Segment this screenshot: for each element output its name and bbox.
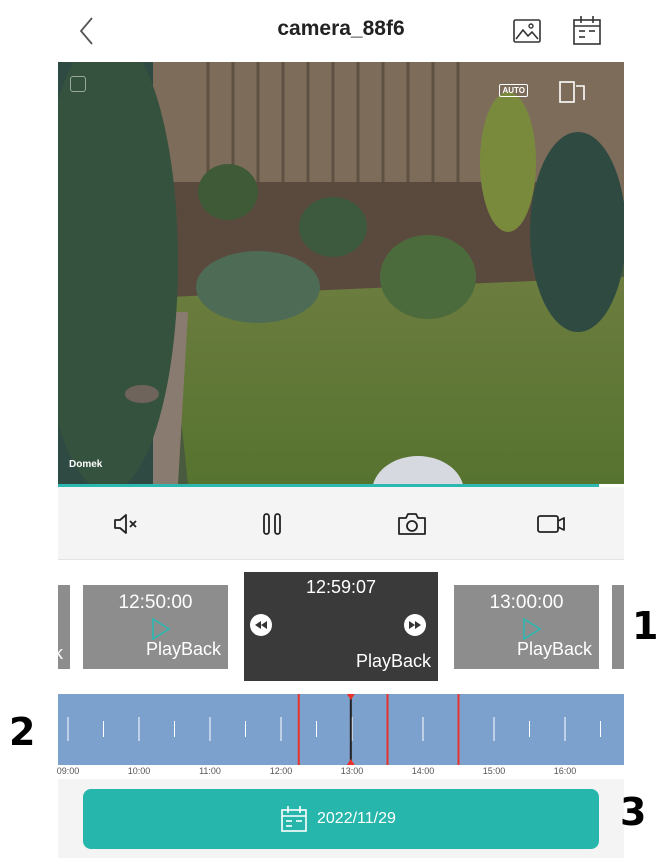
thumbnail-partial[interactable]: k [58, 585, 70, 669]
timeline-label: 09:00 [56, 766, 80, 776]
fullscreen-icon [559, 81, 585, 103]
playback-thumbnails: k 12:50:00 PlayBack 12:59:07 PlayBack 13… [58, 560, 624, 694]
top-bar: camera_88f6 [58, 0, 624, 62]
fast-forward-button[interactable] [404, 614, 426, 636]
thumbnail-time: 13:00:00 [489, 592, 564, 613]
timeline-ticks [67, 694, 601, 765]
speaker-muted-icon [114, 514, 137, 534]
snapshot-button[interactable] [395, 507, 429, 541]
fast-forward-icon [409, 621, 421, 629]
calendar-icon [573, 16, 601, 45]
date-picker-button[interactable]: 2022/11/29 [83, 789, 599, 849]
timeline-label: 16:00 [553, 766, 577, 776]
thumbnail-item[interactable]: 13:00:00 PlayBack [454, 585, 599, 669]
calendar-button[interactable] [570, 12, 604, 46]
thumbnail-time: 12:59:07 [305, 577, 377, 597]
camera-icon [398, 513, 426, 535]
thumbnail-label: PlayBack [355, 651, 431, 671]
timeline-axis: 09:00 10:00 11:00 12:00 13:00 14:00 15:0… [56, 765, 624, 779]
image-icon [513, 19, 541, 43]
video-record-icon [537, 515, 565, 533]
annotation-number: 2 [9, 710, 36, 754]
annotation-number: 3 [620, 790, 647, 834]
date-section: 2022/11/29 [58, 779, 624, 858]
fullscreen-button[interactable] [558, 80, 588, 104]
rewind-button[interactable] [250, 614, 272, 636]
app-screen: camera_88f6 AUTO Domek k 12:50:00 PlayBa… [56, 0, 624, 858]
thumbnail-item[interactable]: 12:50:00 PlayBack [83, 585, 228, 669]
rewind-icon [255, 621, 267, 629]
thumbnail-label: PlayBack [145, 639, 221, 659]
thumbnail-item-active[interactable]: 12:59:07 PlayBack [244, 572, 438, 681]
timeline-bar[interactable] [58, 694, 624, 765]
mute-button[interactable] [110, 507, 144, 541]
play-icon [523, 617, 542, 641]
overlay-icon [70, 76, 86, 92]
selected-date: 2022/11/29 [317, 810, 396, 827]
timeline-label: 12:00 [269, 766, 293, 776]
camera-label: Domek [69, 459, 103, 470]
thumbnail-time: 12:50:00 [118, 592, 193, 613]
player-controls [58, 487, 624, 560]
timeline-label: 13:00 [340, 766, 364, 776]
thumbnail-partial[interactable] [612, 585, 624, 669]
timeline-label: 11:00 [199, 766, 221, 776]
play-icon [152, 617, 171, 641]
thumbnail-label-fragment: k [58, 643, 63, 663]
camera-feed-image [58, 62, 624, 484]
thumbnail-label: PlayBack [516, 639, 592, 659]
auto-badge[interactable]: AUTO [499, 84, 528, 97]
annotation-number: 1 [632, 604, 659, 648]
video-player[interactable]: AUTO Domek [58, 62, 624, 484]
timeline-cursor-top-marker [346, 694, 355, 700]
record-button[interactable] [534, 507, 568, 541]
timeline-label: 14:00 [411, 766, 435, 776]
pause-button[interactable] [255, 507, 289, 541]
calendar-icon [281, 806, 307, 832]
pause-icon [263, 513, 281, 535]
timeline-label: 10:00 [127, 766, 151, 776]
timeline-label: 15:00 [482, 766, 506, 776]
gallery-button[interactable] [510, 14, 544, 48]
